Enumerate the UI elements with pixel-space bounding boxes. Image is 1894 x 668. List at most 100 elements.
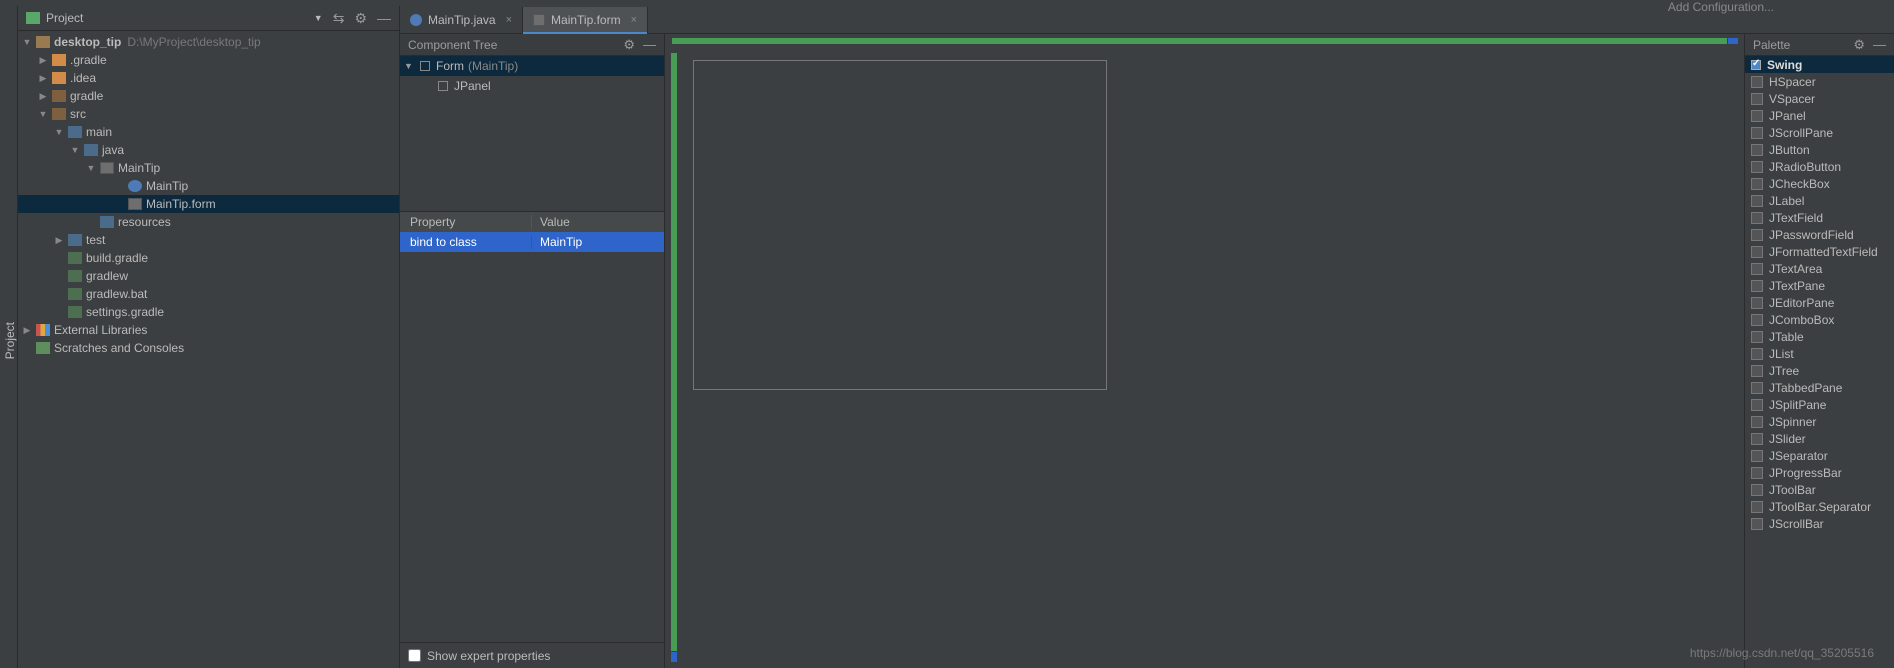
- gear-icon[interactable]: ⚙: [623, 37, 635, 53]
- tree-node-src[interactable]: ▼src: [18, 105, 399, 123]
- palette-item-jformattedtextfield[interactable]: JFormattedTextField: [1745, 243, 1894, 260]
- palette-item-jcheckbox[interactable]: JCheckBox: [1745, 175, 1894, 192]
- ct-form-label: Form: [436, 59, 464, 73]
- tree-root[interactable]: ▼ desktop_tipD:\MyProject\desktop_tip: [18, 33, 399, 51]
- tree-node-settingsgradle[interactable]: settings.gradle: [18, 303, 399, 321]
- minimize-icon[interactable]: —: [643, 37, 656, 52]
- palette-item-vspacer[interactable]: VSpacer: [1745, 90, 1894, 107]
- tab-maintip-java[interactable]: MainTip.java ×: [400, 7, 523, 33]
- show-expert-label: Show expert properties: [427, 649, 550, 663]
- palette-item-jtoolbar[interactable]: JToolBar: [1745, 481, 1894, 498]
- palette-item-label: JCheckBox: [1769, 177, 1830, 191]
- tree-node-gradle[interactable]: ▶gradle: [18, 87, 399, 105]
- ruler-horizontal[interactable]: [671, 38, 1738, 46]
- palette-item-jscrollpane[interactable]: JScrollPane: [1745, 124, 1894, 141]
- component-icon: [1751, 297, 1763, 309]
- palette-item-jscrollbar[interactable]: JScrollBar: [1745, 515, 1894, 532]
- close-icon[interactable]: ×: [506, 14, 512, 26]
- palette-item-jprogressbar[interactable]: JProgressBar: [1745, 464, 1894, 481]
- tree-node-java[interactable]: ▼java: [18, 141, 399, 159]
- property-row-bind[interactable]: bind to class MainTip: [400, 232, 664, 252]
- tree-node-gradlew[interactable]: gradlew: [18, 267, 399, 285]
- palette-item-jtree[interactable]: JTree: [1745, 362, 1894, 379]
- component-icon: [1751, 93, 1763, 105]
- ruler-vertical[interactable]: [671, 52, 679, 662]
- palette-item-label: JScrollPane: [1769, 126, 1833, 140]
- palette-item-hspacer[interactable]: HSpacer: [1745, 73, 1894, 90]
- palette-title: Palette: [1753, 38, 1845, 52]
- gear-icon[interactable]: ⚙: [1853, 37, 1865, 53]
- tree-node-gradlewbat[interactable]: gradlew.bat: [18, 285, 399, 303]
- palette-item-jpanel[interactable]: JPanel: [1745, 107, 1894, 124]
- palette-item-jpasswordfield[interactable]: JPasswordField: [1745, 226, 1894, 243]
- palette-group-label: Swing: [1767, 58, 1802, 72]
- tree-node-idea[interactable]: ▶.idea: [18, 69, 399, 87]
- palette-item-label: JTextField: [1769, 211, 1823, 225]
- palette-item-jsplitpane[interactable]: JSplitPane: [1745, 396, 1894, 413]
- palette-item-jbutton[interactable]: JButton: [1745, 141, 1894, 158]
- palette-item-jlist[interactable]: JList: [1745, 345, 1894, 362]
- minimize-icon[interactable]: —: [377, 10, 391, 26]
- tree-node-dotgradle[interactable]: ▶.gradle: [18, 51, 399, 69]
- palette-item-jtextfield[interactable]: JTextField: [1745, 209, 1894, 226]
- project-tool-tab[interactable]: Project: [3, 322, 17, 359]
- tree-node-main[interactable]: ▼main: [18, 123, 399, 141]
- palette-item-label: JPasswordField: [1769, 228, 1854, 242]
- component-icon: [1751, 467, 1763, 479]
- left-tool-rail[interactable]: Project: [0, 6, 18, 668]
- tab-maintip-form[interactable]: MainTip.form ×: [523, 7, 648, 33]
- palette-item-jseparator[interactable]: JSeparator: [1745, 447, 1894, 464]
- ct-jpanel-label: JPanel: [454, 79, 491, 93]
- palette-item-label: JComboBox: [1769, 313, 1834, 327]
- palette-item-label: HSpacer: [1769, 75, 1816, 89]
- tree-node-external-libs[interactable]: ▶External Libraries: [18, 321, 399, 339]
- palette-panel: Palette ⚙ — Swing HSpacerVSpacerJPanel JS…: [1744, 34, 1894, 668]
- palette-item-jtextpane[interactable]: JTextPane: [1745, 277, 1894, 294]
- palette-item-jtable[interactable]: JTable: [1745, 328, 1894, 345]
- gear-icon[interactable]: ⚙: [354, 10, 367, 27]
- ct-jpanel-node[interactable]: JPanel: [400, 76, 664, 96]
- palette-item-label: JSpinner: [1769, 415, 1816, 429]
- palette-list[interactable]: Swing HSpacerVSpacerJPanel JScrollPaneJBu…: [1745, 56, 1894, 668]
- form-surface[interactable]: [693, 60, 1107, 390]
- component-icon: [1751, 246, 1763, 258]
- tab-label: MainTip.java: [428, 13, 496, 27]
- palette-item-jtabbedpane[interactable]: JTabbedPane: [1745, 379, 1894, 396]
- minimize-icon[interactable]: —: [1873, 37, 1886, 52]
- prop-value: MainTip: [532, 235, 664, 249]
- palette-item-jlabel[interactable]: JLabel: [1745, 192, 1894, 209]
- tree-node-test[interactable]: ▶test: [18, 231, 399, 249]
- project-tree[interactable]: ▼ desktop_tipD:\MyProject\desktop_tip ▶.…: [18, 31, 399, 668]
- collapse-all-icon[interactable]: ⇆: [333, 10, 345, 27]
- tree-node-scratches[interactable]: Scratches and Consoles: [18, 339, 399, 357]
- palette-group-swing[interactable]: Swing: [1745, 56, 1894, 73]
- project-view-dropdown[interactable]: ▼: [314, 13, 323, 23]
- palette-item-jslider[interactable]: JSlider: [1745, 430, 1894, 447]
- tree-node-maintip-form[interactable]: MainTip.form: [18, 195, 399, 213]
- tree-node-buildgradle[interactable]: build.gradle: [18, 249, 399, 267]
- palette-item-jspinner[interactable]: JSpinner: [1745, 413, 1894, 430]
- tab-label: MainTip.form: [551, 13, 621, 27]
- tree-node-maintip-class[interactable]: MainTip: [18, 177, 399, 195]
- prop-key: bind to class: [400, 235, 532, 249]
- show-expert-checkbox[interactable]: [408, 649, 421, 662]
- palette-item-label: JToolBar: [1769, 483, 1816, 497]
- component-icon: [1751, 348, 1763, 360]
- component-tree[interactable]: ▼ Form (MainTip) JPanel: [400, 56, 664, 211]
- project-header-title: Project: [46, 11, 310, 25]
- palette-item-label: JFormattedTextField: [1769, 245, 1878, 259]
- palette-item-jradiobutton[interactable]: JRadioButton: [1745, 158, 1894, 175]
- tree-node-maintip-pkg[interactable]: ▼MainTip: [18, 159, 399, 177]
- close-icon[interactable]: ×: [631, 14, 637, 26]
- palette-item-label: JTree: [1769, 364, 1799, 378]
- component-icon: [1751, 212, 1763, 224]
- palette-item-jtoolbar-separator[interactable]: JToolBar.Separator: [1745, 498, 1894, 515]
- add-configuration-button[interactable]: Add Configuration...: [1668, 0, 1774, 14]
- palette-item-jcombobox[interactable]: JComboBox: [1745, 311, 1894, 328]
- tree-node-resources[interactable]: resources: [18, 213, 399, 231]
- ct-form-node[interactable]: ▼ Form (MainTip): [400, 56, 664, 76]
- component-icon: [1751, 229, 1763, 241]
- component-icon: [1751, 501, 1763, 513]
- palette-item-jeditorpane[interactable]: JEditorPane: [1745, 294, 1894, 311]
- palette-item-jtextarea[interactable]: JTextArea: [1745, 260, 1894, 277]
